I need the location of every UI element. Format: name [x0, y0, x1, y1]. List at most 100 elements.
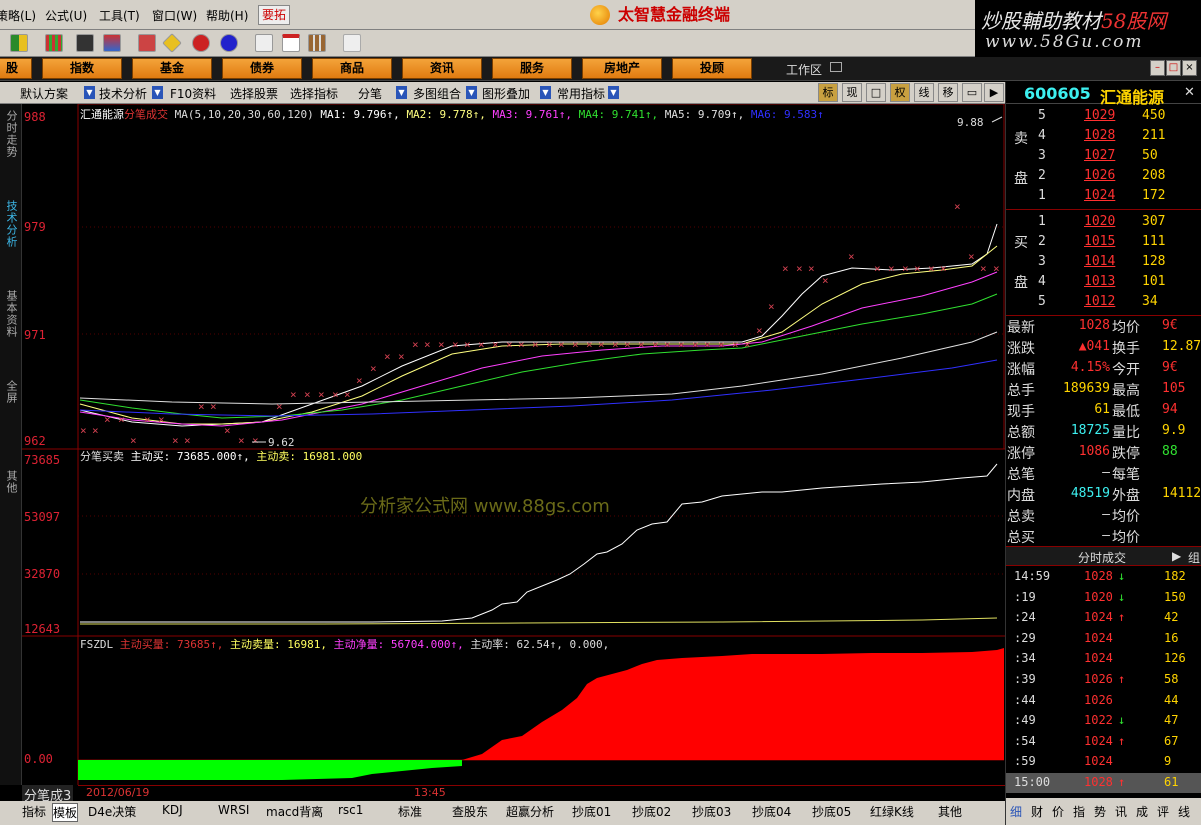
sell-level-row[interactable]: 5 1029 450	[1006, 106, 1201, 126]
tb-line[interactable]: 线	[914, 83, 934, 102]
opt-overlay[interactable]: 图形叠加	[482, 85, 530, 102]
tab-bottom02[interactable]: 抄底02	[632, 803, 671, 820]
sell-level-row[interactable]: 3 1027 50	[1006, 146, 1201, 166]
workzone-icon[interactable]	[830, 62, 842, 72]
quote-footer-tab[interactable]: 势	[1094, 803, 1106, 820]
close-panel-icon[interactable]: ✕	[1184, 85, 1195, 100]
menu-help[interactable]: 帮助(H)	[206, 7, 248, 24]
tab-template[interactable]: 模板	[52, 803, 79, 822]
cat-bond[interactable]: 债券	[222, 58, 302, 79]
tb-mark[interactable]: 标	[818, 83, 838, 102]
cat-news[interactable]: 资讯	[402, 58, 482, 79]
tab-standard[interactable]: 标准	[398, 803, 422, 820]
ticks-header-label[interactable]: 分时成交	[1078, 549, 1126, 566]
dropdown-arrow-icon[interactable]: ▼	[466, 86, 477, 99]
tab-bottom04[interactable]: 抄底04	[752, 803, 791, 820]
buy-level-row[interactable]: 5 1012 34	[1006, 292, 1201, 312]
opt-tech-analysis[interactable]: 技术分析	[99, 85, 147, 102]
sell-level-row[interactable]: 4 1028 211	[1006, 126, 1201, 146]
menu-tools[interactable]: 工具(T)	[99, 7, 140, 24]
bars-icon[interactable]	[45, 34, 63, 52]
blue-circle-icon[interactable]	[220, 34, 238, 52]
side-tab-technical[interactable]: 技术分析	[2, 200, 19, 248]
tab-bottom01[interactable]: 抄底01	[572, 803, 611, 820]
quote-footer-tab[interactable]: 线	[1178, 803, 1190, 820]
sell-level-row[interactable]: 2 1026 208	[1006, 166, 1201, 186]
tab-other[interactable]: 其他	[938, 803, 962, 820]
window-icon[interactable]	[282, 34, 300, 52]
opt-default-scheme[interactable]: 默认方案	[20, 85, 68, 102]
tab-rsc1[interactable]: rsc1	[338, 803, 363, 817]
tab-redgreen-k[interactable]: 红绿K线	[870, 803, 914, 820]
diamond-icon[interactable]	[162, 33, 182, 53]
quote-footer-tab[interactable]: 评	[1157, 803, 1169, 820]
tb-move[interactable]: 移	[938, 83, 958, 102]
flag-icon[interactable]	[10, 34, 28, 52]
tb-right[interactable]: 权	[890, 83, 910, 102]
yaotuo-button[interactable]: 要拓	[258, 5, 290, 25]
buy-level-row[interactable]: 4 1013 101	[1006, 272, 1201, 292]
quote-footer-tab[interactable]: 细	[1010, 803, 1022, 820]
tab-indicator[interactable]: 指标	[22, 803, 46, 820]
side-tab-timeshare[interactable]: 分时走势	[2, 110, 19, 158]
tab-d4e[interactable]: D4e决策	[88, 803, 136, 820]
print-icon[interactable]	[255, 34, 273, 52]
cat-index[interactable]: 指数	[42, 58, 122, 79]
tb-panel[interactable]: ▭	[962, 83, 982, 102]
tab-kdj[interactable]: KDJ	[162, 803, 183, 817]
side-tab-fullscreen[interactable]: 全屏	[2, 380, 19, 404]
sell-level-row[interactable]: 1 1024 172	[1006, 186, 1201, 206]
tick-row[interactable]: 14:59 1028 ↓ 182	[1006, 567, 1201, 587]
tick-row[interactable]: :34 1024 126	[1006, 649, 1201, 669]
tick-row[interactable]: :49 1022 ↓ 47	[1006, 711, 1201, 731]
tick-row[interactable]: 15:00 1028 ↑ 61	[1006, 773, 1201, 793]
quote-footer-tab[interactable]: 指	[1073, 803, 1085, 820]
tick-row[interactable]: :24 1024 ↑ 42	[1006, 608, 1201, 628]
quote-footer-tab[interactable]: 财	[1031, 803, 1043, 820]
buy-level-row[interactable]: 1 1020 307	[1006, 212, 1201, 232]
chart-area[interactable]: × × × × × × × × × × × × × × × × × × × × × × × × × × × × × × × × × × × × × × × ×…	[22, 104, 1005, 785]
opt-multi-chart[interactable]: 多图组合	[413, 85, 461, 102]
red-circle-icon[interactable]	[192, 34, 210, 52]
dropdown-arrow-icon[interactable]: ▼	[84, 86, 95, 99]
cat-service[interactable]: 服务	[492, 58, 572, 79]
quote-footer-tab[interactable]: 价	[1052, 803, 1064, 820]
quote-footer-tab[interactable]: 讯	[1115, 803, 1127, 820]
opt-common-indicators[interactable]: 常用指标	[557, 85, 605, 102]
quote-footer-tab[interactable]: 成	[1136, 803, 1148, 820]
opt-select-indicator[interactable]: 选择指标	[290, 85, 338, 102]
cat-stock[interactable]: 股	[0, 58, 32, 79]
chart-canvas[interactable]: × × × × × × × × × × × × × × × × × × × × × × × × × × × × × × × × × × × × × × × ×…	[22, 104, 1005, 785]
tab-bottom05[interactable]: 抄底05	[812, 803, 851, 820]
binoculars-icon[interactable]	[76, 34, 94, 52]
tick-row[interactable]: :44 1026 44	[1006, 691, 1201, 711]
tick-row[interactable]: :54 1024 ↑ 67	[1006, 732, 1201, 752]
restore-button[interactable]: □	[1166, 60, 1181, 76]
menu-formula[interactable]: 公式(U)	[45, 7, 87, 24]
tab-macd[interactable]: macd背离	[266, 803, 323, 820]
dropdown-arrow-icon[interactable]: ▼	[396, 86, 407, 99]
tab-shareholder[interactable]: 查股东	[452, 803, 488, 820]
cat-realestate[interactable]: 房地产	[582, 58, 662, 79]
close-button[interactable]: ×	[1182, 60, 1197, 76]
cat-fund[interactable]: 基金	[132, 58, 212, 79]
tb-current[interactable]: 现	[842, 83, 862, 102]
tab-bottom03[interactable]: 抄底03	[692, 803, 731, 820]
menu-strategy[interactable]: 策略(L)	[0, 7, 36, 24]
help-cursor-icon[interactable]	[343, 34, 361, 52]
tb-box[interactable]: □	[866, 83, 886, 102]
tick-row[interactable]: :29 1024 16	[1006, 629, 1201, 649]
tick-row[interactable]: :59 1024 9	[1006, 752, 1201, 772]
alarm-icon[interactable]	[103, 34, 121, 52]
menu-window[interactable]: 窗口(W)	[152, 7, 197, 24]
opt-select-stock[interactable]: 选择股票	[230, 85, 278, 102]
buy-level-row[interactable]: 3 1014 128	[1006, 252, 1201, 272]
opt-ticks[interactable]: 分笔	[358, 85, 382, 102]
ticks-header-right[interactable]: 组	[1188, 549, 1200, 566]
opt-f10[interactable]: F10资料	[170, 85, 216, 102]
workzone-label[interactable]: 工作区	[786, 61, 822, 78]
dropdown-arrow-icon[interactable]: ▼	[152, 86, 163, 99]
dropdown-arrow-icon[interactable]: ▼	[540, 86, 551, 99]
tick-row[interactable]: :39 1026 ↑ 58	[1006, 670, 1201, 690]
tick-row[interactable]: :19 1020 ↓ 150	[1006, 588, 1201, 608]
